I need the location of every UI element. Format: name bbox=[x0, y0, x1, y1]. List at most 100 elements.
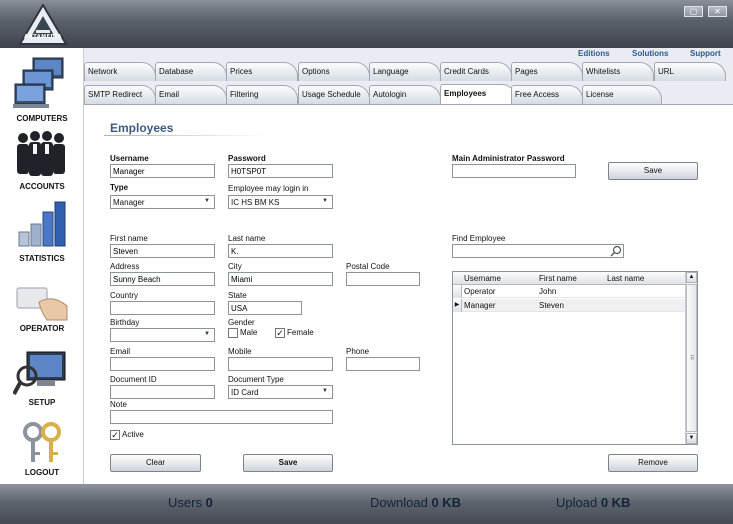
save-admin-password-button[interactable]: Save bbox=[608, 162, 698, 180]
document-type-select-value: ID Card bbox=[231, 388, 259, 397]
tab-whitelists[interactable]: Whitelists bbox=[582, 62, 654, 81]
download-value: 0 KB bbox=[431, 495, 462, 510]
row-pointer-icon: ▶ bbox=[453, 299, 462, 312]
tab-prices[interactable]: Prices bbox=[226, 62, 298, 81]
tab-url[interactable]: URL bbox=[654, 62, 726, 81]
operator-icon bbox=[16, 287, 68, 321]
search-icon[interactable] bbox=[610, 245, 622, 257]
tab-filtering[interactable]: Filtering bbox=[226, 85, 298, 104]
vertical-scrollbar[interactable]: ▲ ⠿ ▼ bbox=[685, 272, 697, 444]
accounts-icon bbox=[17, 131, 65, 176]
sidebar-item-accounts[interactable]: ACCOUNTS bbox=[0, 130, 84, 191]
birthday-select[interactable]: ▼ bbox=[110, 328, 215, 342]
tab-email[interactable]: Email bbox=[155, 85, 227, 104]
username-field[interactable]: Manager bbox=[110, 164, 215, 178]
document-id-field[interactable] bbox=[110, 385, 215, 399]
employee-table[interactable]: Username First name Last name Operator J… bbox=[452, 271, 698, 445]
address-label: Address bbox=[110, 262, 140, 271]
last-name-label: Last name bbox=[228, 234, 266, 243]
sidebar-item-label: OPERATOR bbox=[19, 324, 65, 333]
top-links: Editions Solutions Support bbox=[84, 48, 733, 62]
tab-database[interactable]: Database bbox=[155, 62, 227, 81]
restore-button[interactable]: ▢ bbox=[684, 6, 703, 17]
download-status: Download 0 KB bbox=[370, 495, 461, 510]
download-label: Download bbox=[370, 495, 428, 510]
city-label: City bbox=[228, 262, 242, 271]
sidebar-item-computers[interactable]: COMPUTERS bbox=[0, 56, 84, 123]
active-checkbox[interactable]: ✓ bbox=[110, 430, 120, 440]
upload-value: 0 KB bbox=[600, 495, 631, 510]
main-admin-password-field[interactable] bbox=[452, 164, 576, 178]
sidebar-item-label: STATISTICS bbox=[19, 254, 65, 263]
tab-license[interactable]: License bbox=[582, 85, 662, 104]
last-name-field[interactable]: K. bbox=[228, 244, 333, 258]
sidebar-item-label: SETUP bbox=[28, 398, 56, 407]
password-field[interactable]: H0TSP0T bbox=[228, 164, 333, 178]
phone-field[interactable] bbox=[346, 357, 420, 371]
row-header bbox=[453, 285, 462, 298]
country-label: Country bbox=[110, 291, 139, 300]
tab-smtp-redirect[interactable]: SMTP Redirect bbox=[84, 85, 156, 104]
column-header-last-name[interactable]: Last name bbox=[604, 272, 686, 285]
column-header-first-name[interactable]: First name bbox=[536, 272, 605, 285]
support-link[interactable]: Support bbox=[690, 49, 721, 58]
remove-button[interactable]: Remove bbox=[608, 454, 698, 472]
page-title: Employees bbox=[110, 121, 174, 135]
email-label: Email bbox=[110, 347, 131, 356]
document-type-select[interactable]: ID Card ▼ bbox=[228, 385, 333, 399]
sidebar-item-statistics[interactable]: STATISTICS bbox=[0, 200, 84, 263]
sidebar-item-logout[interactable]: LOGOUT bbox=[0, 422, 84, 477]
country-field[interactable] bbox=[110, 301, 215, 315]
users-label: Users bbox=[168, 495, 202, 510]
type-select[interactable]: Manager ▼ bbox=[110, 195, 215, 209]
chevron-down-icon: ▼ bbox=[322, 388, 328, 394]
postal-code-field[interactable] bbox=[346, 272, 420, 286]
cell-first-name: Steven bbox=[539, 301, 564, 310]
solutions-link[interactable]: Solutions bbox=[632, 49, 668, 58]
sidebar-item-label: LOGOUT bbox=[24, 468, 60, 477]
login-in-select[interactable]: IC HS BM KS ▼ bbox=[228, 195, 333, 209]
sidebar-item-operator[interactable]: OPERATOR bbox=[0, 284, 84, 333]
close-button[interactable]: ✕ bbox=[708, 6, 727, 17]
table-row[interactable]: Operator John bbox=[453, 285, 685, 298]
tab-language[interactable]: Language bbox=[369, 62, 441, 81]
find-employee-input[interactable] bbox=[452, 244, 624, 258]
scroll-thumb[interactable]: ⠿ bbox=[686, 284, 697, 432]
table-row[interactable]: ▶ Manager Steven bbox=[453, 299, 685, 312]
computers-icon bbox=[13, 57, 64, 108]
email-field[interactable] bbox=[110, 357, 215, 371]
grip-icon: ⠿ bbox=[690, 356, 695, 362]
tab-network[interactable]: Network bbox=[84, 62, 156, 81]
login-in-label: Employee may login in bbox=[228, 184, 309, 193]
tab-credit-cards[interactable]: Credit Cards bbox=[440, 62, 512, 81]
type-select-value: Manager bbox=[113, 198, 145, 207]
editions-link[interactable]: Editions bbox=[578, 49, 610, 58]
clear-button[interactable]: Clear bbox=[110, 454, 201, 472]
first-name-field[interactable]: Steven bbox=[110, 244, 215, 258]
tab-pages[interactable]: Pages bbox=[511, 62, 583, 81]
tab-autologin[interactable]: Autologin bbox=[369, 85, 441, 104]
mobile-field[interactable] bbox=[228, 357, 333, 371]
female-checkbox[interactable]: ✓ bbox=[275, 328, 285, 338]
male-label: Male bbox=[240, 328, 258, 337]
gender-label: Gender bbox=[228, 318, 255, 327]
sidebar-item-setup[interactable]: SETUP bbox=[0, 350, 84, 407]
tab-employees[interactable]: Employees bbox=[440, 84, 516, 105]
scroll-down-icon[interactable]: ▼ bbox=[686, 433, 697, 444]
chevron-down-icon: ▼ bbox=[204, 331, 210, 337]
note-field[interactable] bbox=[110, 410, 333, 424]
tab-usage-schedule[interactable]: Usage Schedule bbox=[298, 85, 370, 104]
tab-free-access[interactable]: Free Access bbox=[511, 85, 583, 104]
scroll-up-icon[interactable]: ▲ bbox=[686, 272, 697, 283]
users-value: 0 bbox=[205, 495, 213, 510]
save-button[interactable]: Save bbox=[243, 454, 333, 472]
address-field[interactable]: Sunny Beach bbox=[110, 272, 215, 286]
chevron-down-icon: ▼ bbox=[322, 198, 328, 204]
state-field[interactable]: USA bbox=[228, 301, 302, 315]
logo-text: ANTAMEDIA bbox=[24, 34, 62, 40]
city-field[interactable]: Miami bbox=[228, 272, 333, 286]
tab-options[interactable]: Options bbox=[298, 62, 370, 81]
cell-first-name: John bbox=[539, 287, 557, 296]
column-header-username[interactable]: Username bbox=[461, 272, 537, 285]
male-checkbox[interactable] bbox=[228, 328, 238, 338]
